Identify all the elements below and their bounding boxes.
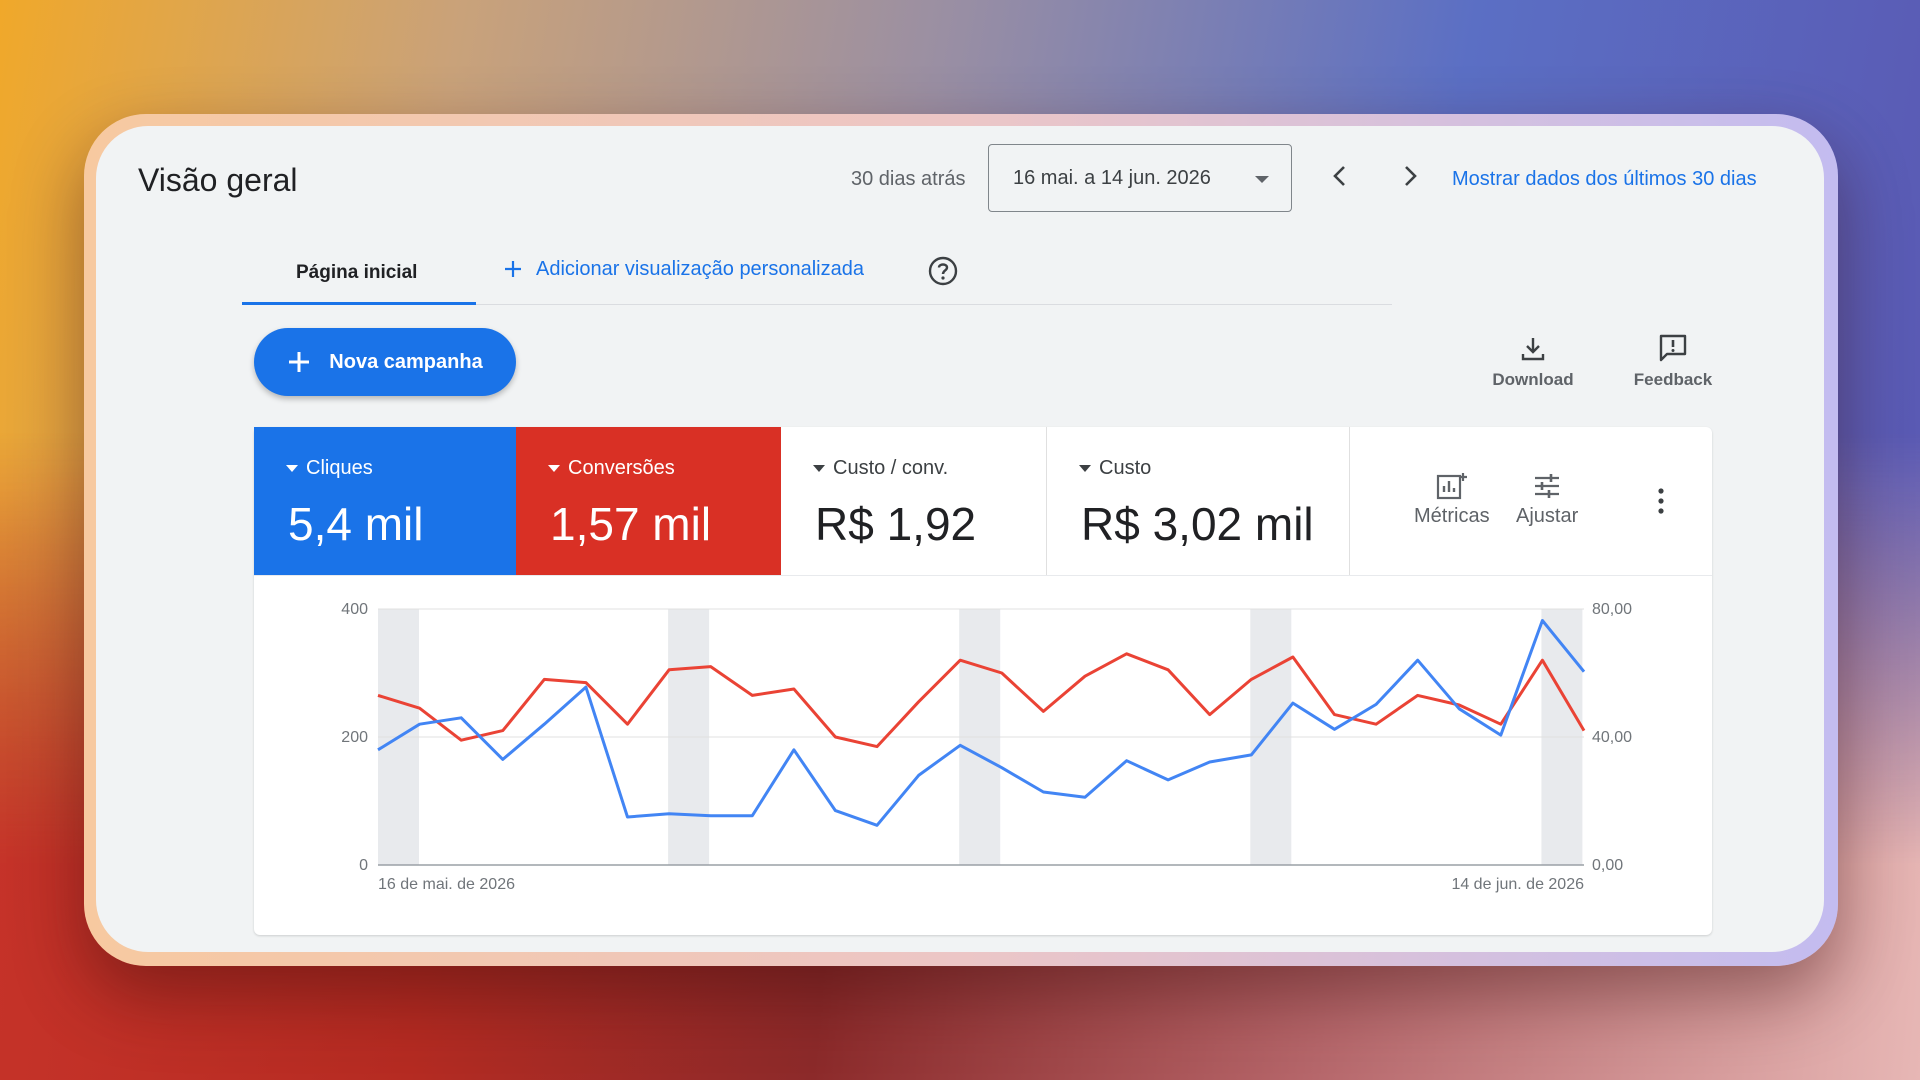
x-start-label: 16 de mai. de 2026 (378, 876, 515, 893)
dropdown-caret-icon (1079, 465, 1091, 472)
performance-card: Cliques 5,4 mil Conversões 1,57 mil Cust… (254, 427, 1712, 935)
card-divider (254, 575, 1712, 576)
metric-label: Custo (1079, 457, 1151, 480)
tune-icon (1535, 474, 1560, 498)
overview-panel: Visão geral 30 dias atrás 16 mai. a 14 j… (96, 126, 1824, 952)
more-options-button[interactable] (1656, 487, 1666, 520)
date-range-text: 16 mai. a 14 jun. 2026 (1013, 167, 1211, 189)
metric-tile-cost-per-conversion[interactable]: Custo / conv. R$ 1,92 (781, 427, 1047, 575)
next-period-button[interactable] (1390, 156, 1430, 196)
active-tab-indicator (242, 302, 476, 305)
metric-name: Custo / conv. (833, 457, 949, 479)
chevron-left-icon (1333, 166, 1345, 186)
metric-value: 1,57 mil (550, 498, 712, 550)
metrics-button[interactable]: Métricas (1414, 471, 1490, 528)
page-title: Visão geral (138, 162, 298, 198)
download-button[interactable]: Download (1478, 334, 1588, 390)
metric-value: R$ 3,02 mil (1081, 498, 1314, 550)
period-label: 30 dias atrás (851, 168, 966, 190)
show-last-30-days-link[interactable]: Mostrar dados dos últimos 30 dias (1452, 168, 1757, 191)
dropdown-caret-icon (286, 465, 298, 472)
help-icon (928, 256, 958, 286)
adjust-button[interactable]: Ajustar (1516, 471, 1578, 528)
metric-value: R$ 1,92 (815, 498, 977, 550)
new-campaign-button[interactable]: Nova campanha (254, 328, 516, 396)
metric-name: Custo (1099, 457, 1152, 479)
metric-tile-clicks[interactable]: Cliques 5,4 mil (254, 427, 516, 575)
plus-icon (505, 261, 521, 277)
y-right-tick-label: 80,00 (1592, 601, 1632, 618)
metric-label: Conversões (548, 457, 675, 480)
download-label: Download (1492, 370, 1574, 389)
dropdown-caret-icon (813, 465, 825, 472)
y-right-tick-label: 40,00 (1592, 729, 1632, 746)
more-vert-icon (1658, 488, 1664, 514)
metric-label: Custo / conv. (813, 457, 948, 480)
metric-tile-cost[interactable]: Custo R$ 3,02 mil (1047, 427, 1350, 575)
plus-icon (289, 352, 310, 372)
metric-tile-conversions[interactable]: Conversões 1,57 mil (516, 427, 781, 575)
metric-value: 5,4 mil (288, 498, 424, 550)
add-custom-view-label: Adicionar visualização personalizada (536, 257, 864, 280)
metrics-label: Métricas (1414, 505, 1490, 527)
previous-period-button[interactable] (1320, 156, 1360, 196)
feedback-button[interactable]: Feedback (1618, 332, 1728, 390)
metric-name: Conversões (568, 457, 675, 479)
x-end-label: 14 de jun. de 2026 (1451, 876, 1584, 893)
y-left-tick-label: 200 (341, 729, 368, 746)
new-campaign-label: Nova campanha (329, 350, 483, 373)
performance-chart: 0 200 400 0,00 40,00 80,00 16 de mai. de 2026 1… (341, 601, 1632, 893)
y-right-tick-label: 0,00 (1592, 857, 1623, 874)
metric-name: Cliques (306, 457, 373, 479)
y-left-tick-label: 400 (341, 601, 368, 618)
feedback-icon (1659, 334, 1687, 362)
adjust-label: Ajustar (1516, 505, 1579, 527)
chevron-right-icon (1405, 166, 1417, 186)
download-icon (1521, 338, 1545, 361)
y-left-tick-label: 0 (359, 857, 368, 874)
dropdown-caret-icon (1255, 176, 1269, 183)
metric-label: Cliques (286, 457, 373, 480)
bar-chart-add-icon (1436, 473, 1467, 500)
dropdown-caret-icon (548, 465, 560, 472)
tab-home[interactable]: Página inicial (296, 262, 417, 284)
date-range-picker[interactable]: 16 mai. a 14 jun. 2026 (988, 144, 1292, 212)
help-button[interactable] (928, 256, 958, 286)
feedback-label: Feedback (1633, 370, 1713, 389)
add-custom-view-tab[interactable]: Adicionar visualização personalizada (504, 252, 864, 286)
